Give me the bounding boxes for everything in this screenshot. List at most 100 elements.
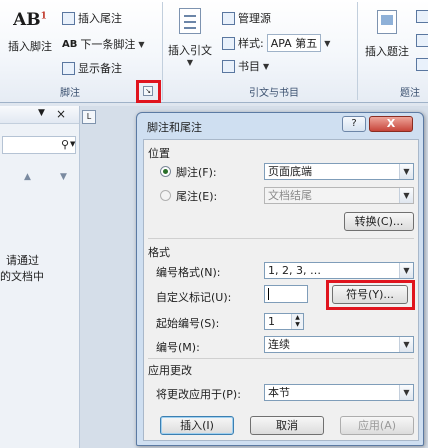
ruler-toggle-icon[interactable]: L	[82, 110, 96, 124]
text-cursor	[268, 288, 269, 300]
chevron-down-icon: ▼	[324, 38, 331, 48]
caption-extra-button-3[interactable]	[416, 58, 428, 71]
caption-extra-icon	[416, 34, 428, 47]
insert-endnote-label: 插入尾注	[78, 12, 122, 25]
apply-to-value: 本节	[268, 386, 290, 399]
caption-extra-icon	[416, 58, 428, 71]
insert-footnote-button[interactable]: AB1 插入脚注	[4, 6, 56, 62]
divider	[148, 358, 414, 359]
chevron-down-icon: ▼	[138, 39, 145, 49]
pane-close-icon[interactable]: ×	[56, 107, 66, 121]
launcher-highlight	[136, 80, 161, 103]
footnote-position-select[interactable]: 页面底端 ▼	[264, 163, 414, 180]
pane-text-line2: 的文档中	[0, 270, 44, 283]
style-icon	[222, 36, 235, 50]
endnote-radio[interactable]	[160, 190, 171, 201]
footnote-group-label: 脚注	[60, 88, 80, 99]
number-format-select[interactable]: 1, 2, 3, … ▼	[264, 262, 414, 279]
custom-mark-label: 自定义标记(U):	[156, 291, 232, 304]
show-notes-label: 显示备注	[78, 62, 122, 75]
numbering-label: 编号(M):	[156, 341, 200, 354]
collapse-up-icon[interactable]: ▲	[24, 172, 31, 182]
footnote-label: 脚注(F):	[176, 166, 217, 179]
insert-caption-label: 插入题注	[365, 45, 409, 58]
insert-citation-label: 插入引文	[168, 44, 212, 57]
chevron-down-icon: ▼	[399, 337, 413, 352]
caption-extra-icon	[416, 10, 428, 23]
endnote-position-select[interactable]: 文档结尾 ▼	[264, 187, 414, 204]
caption-extra-button-2[interactable]	[416, 34, 428, 47]
next-footnote-button[interactable]: AB 下一条脚注 ▼	[62, 36, 145, 52]
close-button[interactable]: X	[369, 116, 413, 132]
start-at-value: 1	[268, 315, 275, 328]
endnote-icon	[62, 11, 75, 25]
endnote-label: 尾注(E):	[176, 190, 218, 203]
endnote-position-value: 文档结尾	[268, 189, 312, 202]
cancel-button[interactable]: 取消	[250, 416, 324, 435]
captions-group-label: 题注	[400, 88, 420, 99]
citations-group-label: 引文与书目	[249, 88, 299, 99]
insert-button[interactable]: 插入(I)	[160, 416, 234, 435]
chevron-down-icon: ▼	[399, 385, 413, 400]
bibliography-button[interactable]: 书目 ▼	[222, 58, 269, 74]
dialog-title: 脚注和尾注	[147, 121, 202, 134]
insert-endnote-button[interactable]: 插入尾注	[62, 10, 122, 26]
style-value: APA 第五	[266, 34, 322, 52]
style-label: 样式:	[238, 37, 264, 50]
dialog-body: 位置 脚注(F): 页面底端 ▼ 尾注(E): 文档结尾 ▼ 转换(C)... …	[143, 139, 419, 441]
chevron-down-icon: ▼	[399, 164, 413, 179]
show-notes-icon	[62, 61, 75, 75]
search-icon: ⚲	[61, 138, 70, 151]
apply-heading: 应用更改	[148, 364, 192, 377]
footnote-endnote-dialog: 脚注和尾注 ? X 位置 脚注(F): 页面底端 ▼ 尾注(E): 文档结尾 ▼…	[136, 112, 424, 446]
insert-footnote-label: 插入脚注	[8, 40, 52, 53]
style-selector[interactable]: 样式: APA 第五 ▼	[222, 34, 330, 52]
chevron-down-icon: ▼	[263, 61, 270, 71]
navigation-pane: ▼ × ⚲ ▼ ▲ ▼ 请通过 的文档中	[0, 106, 80, 448]
start-at-spinner[interactable]: 1 ▲ ▼	[264, 313, 304, 330]
custom-mark-input[interactable]	[264, 285, 308, 303]
insert-citation-button[interactable]: 插入引文 ▼	[164, 6, 216, 76]
numbering-select[interactable]: 连续 ▼	[264, 336, 414, 353]
ribbon-separator	[357, 2, 358, 100]
caption-extra-button[interactable]	[416, 10, 428, 23]
ribbon: AB1 插入脚注 插入尾注 AB 下一条脚注 ▼ 显示备注 脚注 ↘ 插入引文 …	[0, 0, 428, 103]
search-box[interactable]: ⚲ ▼	[2, 136, 76, 154]
footnote-radio[interactable]	[160, 166, 171, 177]
bibliography-label: 书目	[238, 60, 260, 73]
pane-header: ▼ ×	[0, 106, 79, 124]
caption-icon	[377, 10, 397, 34]
footnote-ab-icon: AB1	[13, 10, 47, 30]
next-footnote-icon: AB	[62, 38, 78, 50]
format-heading: 格式	[148, 246, 170, 259]
footnote-position-value: 页面底端	[268, 165, 312, 178]
manage-sources-label: 管理源	[238, 12, 271, 25]
divider	[148, 238, 414, 239]
help-button[interactable]: ?	[342, 116, 366, 132]
location-heading: 位置	[148, 147, 170, 160]
next-footnote-label: 下一条脚注	[80, 38, 136, 51]
spinner-arrows-icon[interactable]: ▲ ▼	[291, 314, 303, 329]
apply-button[interactable]: 应用(A)	[340, 416, 414, 435]
convert-button[interactable]: 转换(C)...	[344, 212, 414, 231]
pane-menu-icon[interactable]: ▼	[38, 108, 45, 118]
number-format-value: 1, 2, 3, …	[268, 264, 321, 277]
chevron-down-icon: ▼	[186, 58, 194, 67]
ribbon-separator	[162, 2, 163, 100]
insert-caption-button[interactable]: 插入题注	[362, 6, 412, 66]
apply-to-select[interactable]: 本节 ▼	[264, 384, 414, 401]
citation-icon	[179, 8, 201, 34]
number-format-label: 编号格式(N):	[156, 266, 221, 279]
apply-to-label: 将更改应用于(P):	[156, 388, 241, 401]
search-chevron-icon: ▼	[70, 140, 76, 148]
show-notes-button[interactable]: 显示备注	[62, 60, 122, 76]
chevron-down-icon: ▼	[399, 188, 413, 203]
start-at-label: 起始编号(S):	[156, 317, 220, 330]
bibliography-icon	[222, 59, 235, 73]
chevron-down-icon: ▼	[399, 263, 413, 278]
expand-down-icon[interactable]: ▼	[60, 172, 67, 182]
manage-sources-icon	[222, 11, 235, 25]
manage-sources-button[interactable]: 管理源	[222, 10, 271, 26]
symbol-highlight	[326, 280, 415, 310]
pane-text-line1: 请通过	[6, 254, 39, 267]
